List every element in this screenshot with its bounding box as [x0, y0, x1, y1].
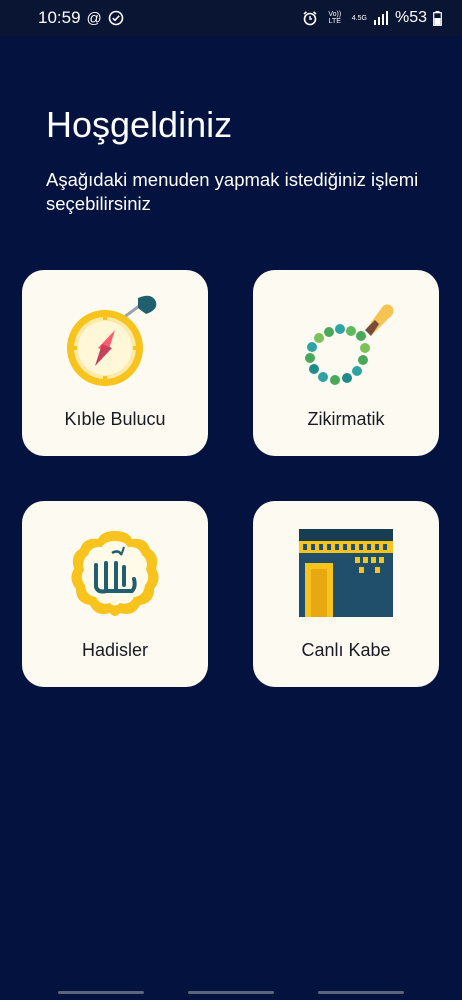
home-screen: 10:59 @ Vo)) LTE 4.5G %53 Hoşgeldiniz Aş…: [0, 0, 462, 1000]
at-icon: @: [86, 9, 102, 27]
kaaba-icon: [299, 529, 393, 617]
page-title: Hoşgeldiniz: [46, 104, 233, 145]
signal-icon: [373, 11, 388, 25]
hadith-card[interactable]: Hadisler: [22, 501, 208, 687]
status-time: 10:59: [38, 8, 81, 27]
zikirmatik-card[interactable]: Zikirmatik: [253, 270, 439, 456]
nav-recent-button[interactable]: [58, 991, 144, 994]
hadith-label: Hadisler: [81, 640, 149, 660]
nav-home-button[interactable]: [188, 991, 274, 994]
status-left: 10:59 @: [38, 8, 124, 28]
live-kaaba-card[interactable]: Canlı Kabe: [253, 501, 439, 687]
volte-label: Vo)) LTE: [328, 11, 342, 25]
alarm-icon: [303, 11, 317, 26]
check-circle-icon: [108, 10, 124, 26]
battery-icon: [433, 10, 442, 26]
compass-icon: [67, 295, 157, 386]
qibla-finder-card[interactable]: Kıble Bulucu: [22, 270, 208, 456]
network-label: 4.5G: [351, 14, 367, 22]
allah-calligraphy-icon: [71, 531, 159, 616]
battery-percent: %53: [394, 9, 427, 26]
zikirmatik-label: Zikirmatik: [307, 409, 385, 429]
nav-back-button[interactable]: [318, 991, 404, 994]
qibla-finder-label: Kıble Bulucu: [64, 409, 166, 429]
page-subtitle: Aşağıdaki menuden yapmak istediğiniz işl…: [46, 169, 419, 214]
live-kaaba-label: Canlı Kabe: [301, 640, 391, 660]
status-bar: 10:59 @ Vo)) LTE 4.5G %53: [0, 0, 462, 36]
prayer-beads-icon: [305, 304, 394, 385]
status-right: Vo)) LTE 4.5G %53: [302, 9, 442, 27]
